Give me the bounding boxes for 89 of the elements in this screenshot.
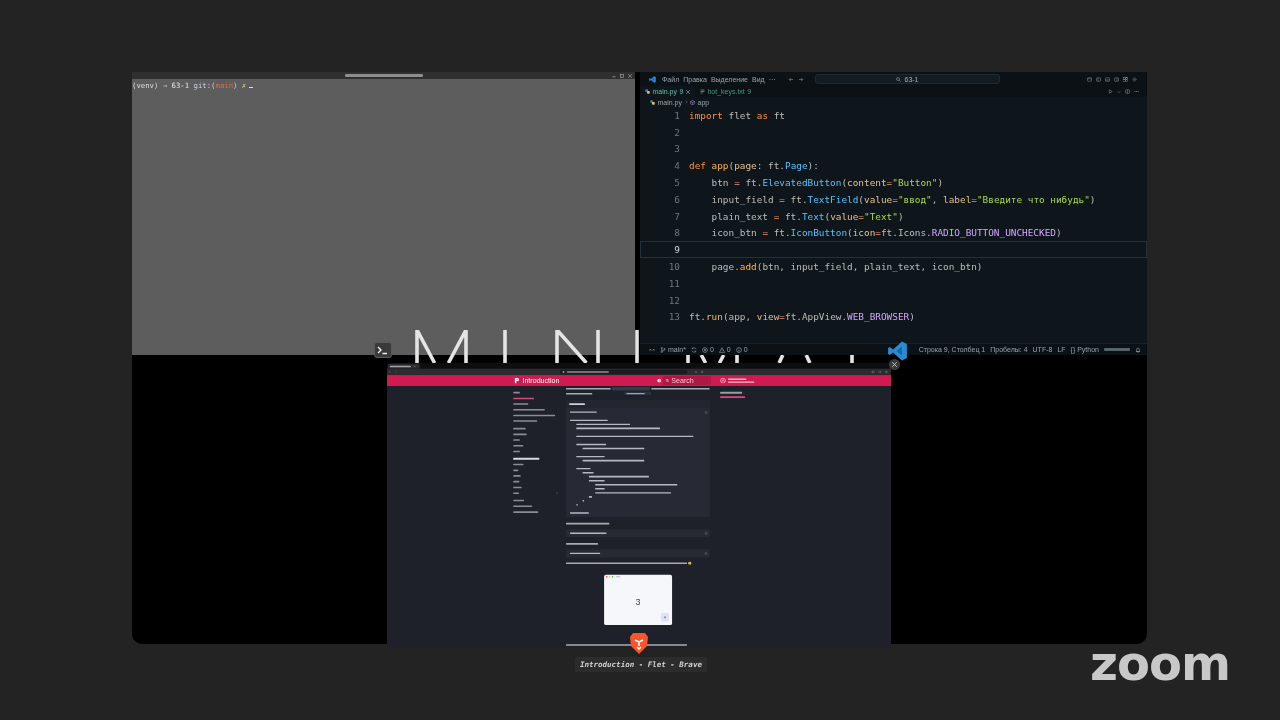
nav-link[interactable] — [513, 486, 522, 489]
zoom-logo: zoom — [1090, 639, 1230, 687]
layout-icon[interactable] — [1087, 76, 1092, 82]
nav-link[interactable] — [513, 499, 525, 502]
nav-link[interactable] — [513, 408, 545, 411]
illegible-text — [1104, 348, 1130, 351]
shield-logo-icon[interactable] — [629, 632, 649, 655]
cube-icon — [690, 99, 695, 105]
address-field[interactable] — [560, 369, 688, 375]
illegible-text — [566, 392, 593, 395]
editor-logo-icon — [649, 75, 656, 83]
nav-link[interactable] — [513, 505, 533, 508]
counter-value: 3 — [635, 596, 641, 607]
code-line: page.add(btn, input_field, plain_text, icon_btn) — [711, 261, 983, 273]
line-number: 13 — [667, 311, 680, 323]
settings-icon[interactable] — [1132, 76, 1137, 82]
code-line: ft.run(app, view=ft.AppView.WEB_BROWSER) — [689, 311, 915, 323]
line-number: 7 — [673, 210, 680, 222]
line-number: 9 — [673, 244, 680, 256]
error-icon — [701, 346, 708, 353]
nav-link[interactable] — [513, 469, 519, 472]
split-editor-icon[interactable] — [1125, 89, 1130, 94]
close-icon — [892, 362, 897, 367]
nav-link[interactable] — [513, 450, 520, 453]
info-icon — [735, 346, 742, 353]
nav-link[interactable] — [513, 391, 520, 394]
browser-tab[interactable] — [388, 363, 420, 369]
arrow-right-icon[interactable] — [798, 76, 804, 82]
line-number: 12 — [667, 294, 680, 306]
close-icon[interactable] — [685, 89, 690, 94]
sidebar-left-icon[interactable] — [1096, 76, 1101, 82]
shield-icon — [562, 370, 565, 374]
illegible-text — [566, 522, 610, 525]
illegible-text — [566, 542, 599, 545]
nav-link[interactable] — [513, 427, 526, 430]
nav-link[interactable] — [513, 475, 521, 477]
run-icon[interactable] — [1108, 89, 1113, 94]
nav-link[interactable] — [513, 397, 534, 400]
warning-icon — [718, 346, 725, 353]
illegible-text — [651, 387, 710, 390]
nav-link[interactable] — [513, 480, 520, 483]
bell-icon[interactable] — [1135, 346, 1141, 353]
line-number: 3 — [673, 143, 680, 155]
nav-link[interactable] — [513, 511, 539, 513]
logo-icon[interactable] — [514, 377, 520, 384]
nav-link[interactable] — [513, 492, 520, 494]
panel-icon[interactable] — [1105, 76, 1110, 82]
code-line: input_field = ft.TextField(value="ввод", label="Введите что нибудь") — [711, 193, 1096, 205]
lines-icon — [699, 89, 705, 94]
code-line: btn = ft.ElevatedButton(content="Button") — [711, 177, 944, 189]
arrow-left-icon[interactable] — [788, 76, 794, 82]
line-number: 10 — [667, 261, 680, 273]
sidebar-right-icon[interactable] — [1114, 76, 1119, 82]
remote-icon[interactable] — [649, 346, 655, 353]
code-line: plain_text = ft.Text(value="Text") — [711, 210, 904, 222]
line-number: 1 — [673, 109, 680, 121]
terminal-icon[interactable] — [374, 342, 392, 358]
line-number: 2 — [673, 126, 680, 138]
sync-icon[interactable] — [690, 346, 697, 353]
nav-link[interactable] — [513, 433, 527, 436]
nav-link[interactable] — [513, 414, 555, 417]
illegible-text — [626, 392, 645, 395]
inline-code — [611, 386, 651, 391]
toc-link[interactable] — [720, 396, 746, 398]
close-button[interactable] — [889, 359, 900, 370]
nav-heading[interactable] — [513, 457, 540, 460]
line-number: 6 — [673, 193, 680, 205]
line-number: 4 — [673, 160, 680, 172]
editor-logo-icon[interactable] — [887, 341, 908, 361]
nav-link[interactable] — [513, 463, 524, 466]
grid-icon[interactable] — [1123, 76, 1128, 82]
line-number: 5 — [673, 177, 680, 189]
line-number: 8 — [673, 227, 680, 239]
illegible-text — [389, 365, 411, 368]
nav-link[interactable] — [513, 444, 524, 447]
branch-icon — [660, 346, 666, 353]
close-icon[interactable] — [628, 73, 632, 78]
line-number: 11 — [667, 277, 680, 289]
contrast-icon[interactable] — [657, 378, 662, 383]
more-icon[interactable] — [1134, 89, 1139, 94]
maximize-icon[interactable] — [620, 73, 624, 78]
search-icon — [896, 76, 902, 82]
illegible-text — [566, 387, 611, 390]
illegible-text — [569, 552, 601, 555]
code-line: icon_btn = ft.IconButton(icon=ft.Icons.RADIO_BUTTON_UNCHECKED) — [711, 227, 1062, 239]
text-cursor — [249, 86, 254, 88]
smiley-icon — [688, 561, 692, 565]
code-line: import flet as ft — [689, 109, 785, 121]
code-line: def app(page: ft.Page): — [689, 160, 819, 172]
